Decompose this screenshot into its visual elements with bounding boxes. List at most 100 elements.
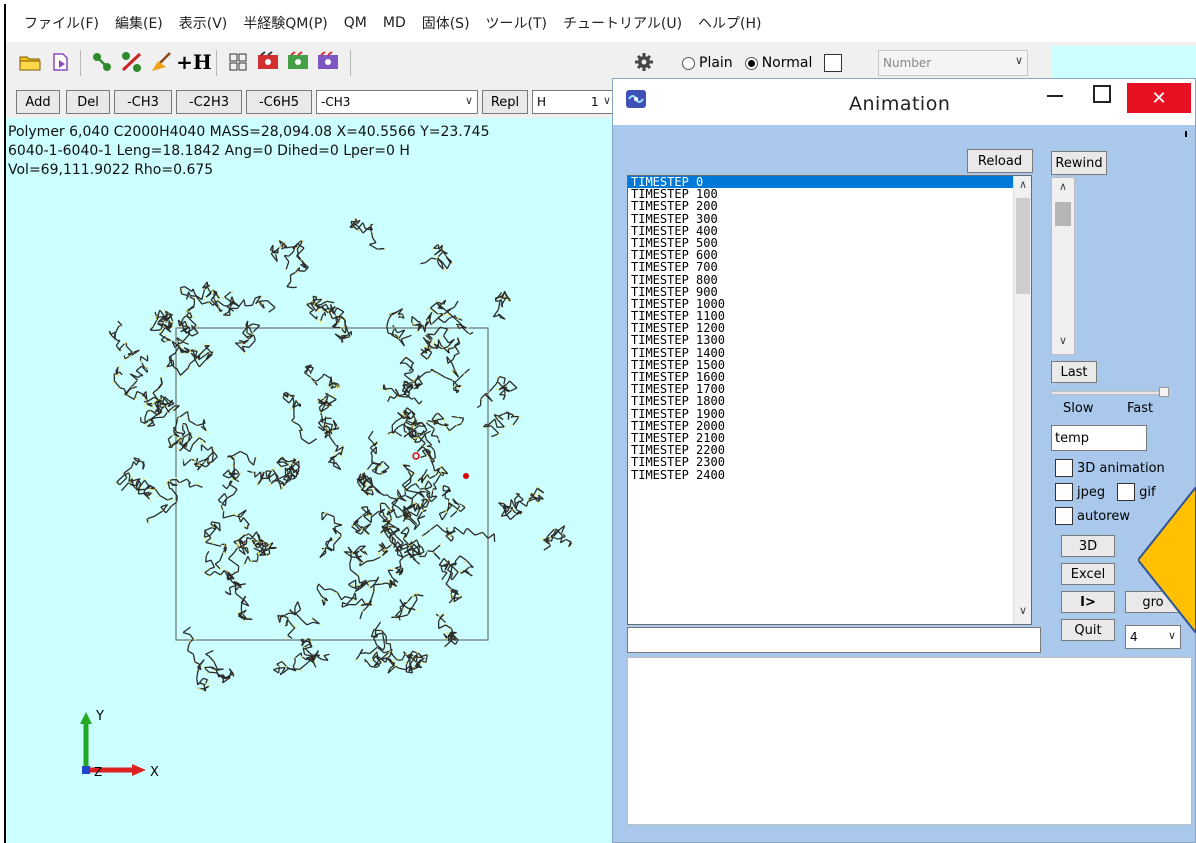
menu-file[interactable]: ファイル(F) [24, 13, 99, 33]
fast-label: Fast [1127, 401, 1154, 416]
axis-label-y: Y [95, 709, 104, 724]
settings-gear-icon[interactable] [632, 50, 656, 74]
menu-semiempirical-qm[interactable]: 半経験QM(P) [243, 13, 327, 33]
yellow-arrow-shape [1138, 487, 1196, 633]
grid-layout-icon[interactable] [226, 50, 250, 74]
chevron-down-icon: ∨ [464, 94, 473, 107]
filename-input[interactable]: temp [1051, 425, 1147, 451]
menu-tutorial[interactable]: チュートリアル(U) [563, 13, 682, 33]
timestep-item[interactable]: TIMESTEP 1300 [628, 334, 1031, 346]
menu-md[interactable]: MD [383, 15, 406, 31]
timestep-item[interactable]: TIMESTEP 300 [628, 212, 1031, 225]
selected-atom-marker [463, 473, 469, 479]
play-button[interactable]: I> [1061, 591, 1115, 613]
timestep-list-scrollbar[interactable]: ∧ ∨ [1013, 176, 1031, 624]
selected-atom-marker [412, 452, 420, 460]
z-axis-marker [82, 766, 90, 774]
reload-button[interactable]: Reload [967, 149, 1033, 173]
movie-purple-icon[interactable] [316, 50, 340, 74]
number-select-value: Number [883, 56, 932, 70]
add-button[interactable]: Add [16, 90, 60, 114]
scroll-up-icon[interactable]: ∧ [1014, 178, 1031, 196]
element-select[interactable]: H 1 ∨ [532, 90, 616, 114]
menu-solid[interactable]: 固体(S) [422, 13, 470, 33]
slow-label: Slow [1063, 401, 1094, 416]
repl-button[interactable]: Repl [482, 90, 528, 114]
chevron-down-icon: ∨ [602, 94, 611, 107]
3d-animation-label: 3D animation [1077, 460, 1165, 476]
timestep-item[interactable]: TIMESTEP 2300 [628, 456, 1031, 468]
timestep-item[interactable]: TIMESTEP 2400 [628, 468, 1031, 481]
timestep-rows: TIMESTEP 0 TIMESTEP 100 TIMESTEP 200 TIMEST… [628, 176, 1031, 481]
molecule-viewer[interactable]: Polymer 6,040 C2000H4040 MASS=28,094.08 … [6, 118, 624, 843]
color-preview [1052, 46, 1196, 80]
timestep-item[interactable]: TIMESTEP 700 [628, 261, 1031, 273]
clean-broom-icon[interactable] [150, 50, 174, 74]
close-icon[interactable]: ✕ [1127, 83, 1191, 113]
timestep-list[interactable]: TIMESTEP 0 TIMESTEP 100 TIMESTEP 200 TIMEST… [627, 175, 1032, 625]
menu-help[interactable]: ヘルプ(H) [698, 13, 761, 33]
app-logo-icon [625, 89, 647, 113]
menu-edit[interactable]: 編集(E) [115, 13, 163, 33]
gif-checkbox[interactable] [1117, 483, 1136, 501]
delete-bond-icon[interactable] [120, 50, 144, 74]
minimize-icon[interactable] [1047, 95, 1063, 97]
scroll-thumb[interactable] [1016, 198, 1030, 294]
number-select[interactable]: Number ∨ [878, 50, 1028, 76]
group-c2h3-button[interactable]: -C2H3 [176, 90, 242, 114]
radio-normal[interactable] [744, 56, 758, 70]
movie-green-icon[interactable] [286, 50, 310, 74]
axis-label-x: X [150, 765, 159, 780]
menu-qm[interactable]: QM [344, 15, 367, 31]
number-checkbox[interactable] [824, 54, 843, 72]
scroll-down-icon[interactable]: ∨ [1052, 334, 1074, 352]
3d-button[interactable]: 3D [1061, 535, 1115, 557]
frame-scroll-thumb[interactable] [1055, 202, 1071, 226]
del-button[interactable]: Del [66, 90, 110, 114]
timestep-item[interactable]: TIMESTEP 800 [628, 273, 1031, 286]
menu-view[interactable]: 表示(V) [179, 13, 228, 33]
speed-slider-handle[interactable] [1159, 387, 1169, 397]
group-select-value: -CH3 [321, 95, 351, 109]
group-select[interactable]: -CH3 ∨ [316, 90, 478, 114]
jpeg-checkbox[interactable] [1055, 483, 1073, 501]
axis-label-z: Z [94, 765, 102, 779]
timestep-item[interactable]: TIMESTEP 1800 [628, 395, 1031, 407]
maximize-icon[interactable] [1093, 85, 1111, 103]
open-folder-icon[interactable] [18, 50, 42, 74]
radio-plain[interactable] [682, 56, 695, 70]
output-area[interactable] [627, 657, 1192, 825]
timestep-item[interactable]: TIMESTEP 1900 [628, 407, 1031, 420]
speed-slider[interactable] [1051, 391, 1169, 395]
autorew-label: autorew [1077, 508, 1130, 524]
group-c6h5-button[interactable]: -C6H5 [246, 90, 312, 114]
element-select-value: H [537, 95, 547, 109]
timestep-item[interactable]: TIMESTEP 1400 [628, 347, 1031, 359]
dialog-title: Animation [849, 93, 951, 115]
frame-step-value: 4 [1130, 630, 1138, 644]
bond-icon[interactable] [90, 50, 114, 74]
save-file-icon[interactable] [48, 50, 72, 74]
excel-button[interactable]: Excel [1061, 563, 1115, 585]
command-input[interactable] [627, 627, 1041, 653]
add-hydrogen-icon[interactable]: +H [176, 50, 212, 74]
chevron-down-icon: ∨ [1014, 54, 1023, 67]
count-select-value: 1 [591, 95, 599, 109]
last-button[interactable]: Last [1051, 361, 1097, 383]
scroll-down-icon[interactable]: ∨ [1014, 604, 1031, 622]
radio-plain-label: Plain [699, 55, 733, 71]
axis-indicator: Y X Z [80, 709, 159, 780]
dialog-title-bar: Animation ✕ [613, 79, 1195, 125]
animation-dialog: Animation ✕ Reload Rewind TIMESTEP 0 TIME… [612, 78, 1196, 843]
jpeg-label: jpeg [1077, 484, 1106, 500]
3d-animation-checkbox[interactable] [1055, 459, 1073, 477]
rewind-button[interactable]: Rewind [1051, 151, 1107, 175]
frame-scrollbar[interactable]: ∧ ∨ [1051, 177, 1075, 355]
timestep-item[interactable]: TIMESTEP 200 [628, 200, 1031, 212]
group-ch3-button[interactable]: -CH3 [114, 90, 172, 114]
autorew-checkbox[interactable] [1055, 507, 1073, 525]
menu-tools[interactable]: ツール(T) [486, 13, 547, 33]
scroll-up-icon[interactable]: ∧ [1052, 180, 1074, 198]
quit-button[interactable]: Quit [1061, 619, 1115, 641]
movie-red-icon[interactable] [256, 50, 280, 74]
